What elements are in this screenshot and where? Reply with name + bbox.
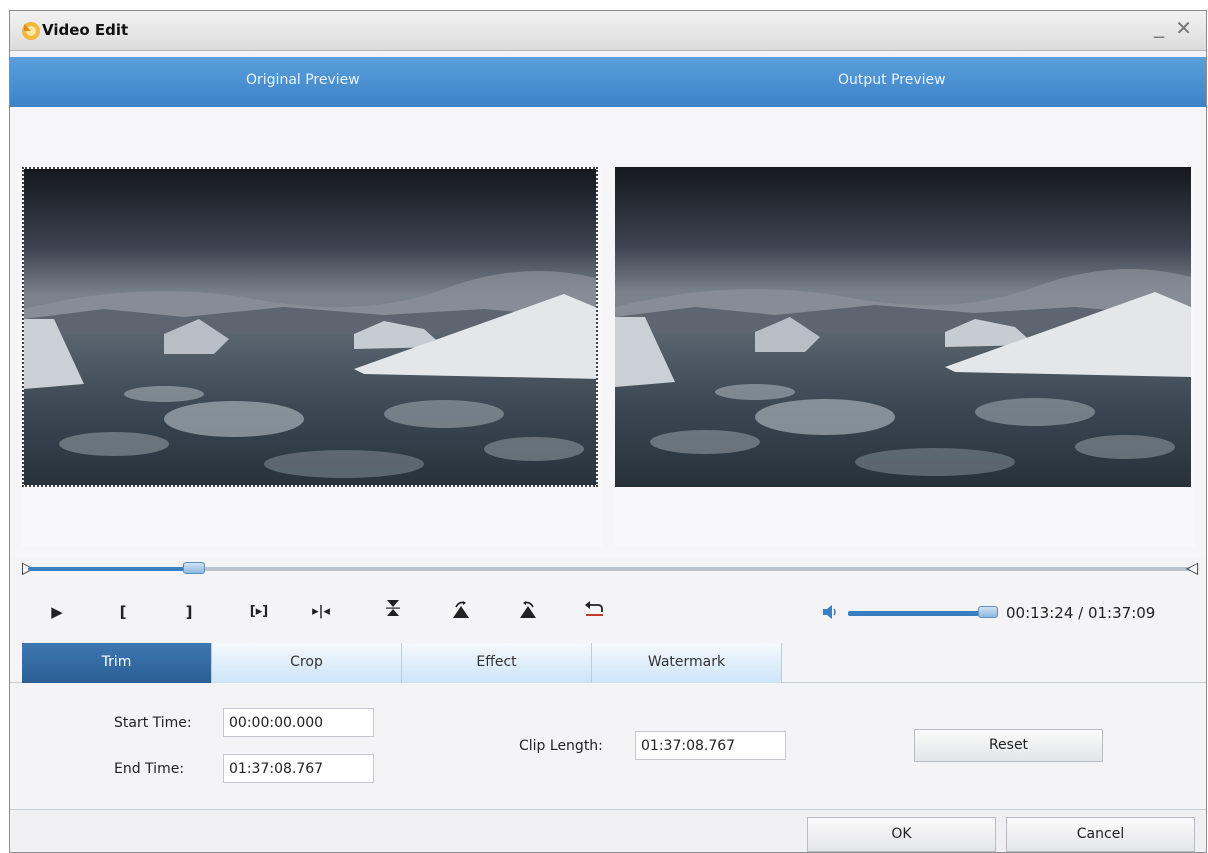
time-separator: / (1073, 604, 1088, 622)
output-preview-label: Output Preview (838, 72, 946, 88)
flip-vertical-icon[interactable] (380, 599, 406, 625)
close-button[interactable]: ✕ (1175, 17, 1192, 39)
start-time-input[interactable] (223, 708, 374, 737)
play-selection-icon[interactable]: [▸] (242, 599, 276, 625)
clip-length-input[interactable] (635, 731, 786, 760)
rotate-right-icon[interactable] (515, 599, 541, 625)
volume-thumb[interactable] (978, 606, 998, 618)
trim-end-marker-icon[interactable]: ◁ (1186, 558, 1198, 578)
original-preview-label: Original Preview (246, 72, 360, 88)
mark-in-icon[interactable]: [ (110, 599, 136, 625)
minimize-button[interactable]: _ (1154, 15, 1164, 37)
original-preview-pane (22, 167, 602, 547)
seek-thumb[interactable] (183, 562, 206, 574)
total-time: 01:37:09 (1087, 604, 1156, 622)
mark-out-icon[interactable]: ] (176, 599, 202, 625)
preview-header: Original Preview Output Preview (10, 57, 1206, 107)
edit-tabs: Trim Crop Effect Watermark (10, 643, 1206, 683)
end-time-label: End Time: (114, 761, 185, 777)
undo-icon[interactable] (581, 599, 607, 625)
start-time-label: Start Time: (114, 715, 192, 731)
end-time-input[interactable] (223, 754, 374, 783)
preview-area (10, 107, 1206, 559)
window-title: Video Edit (42, 21, 129, 39)
cancel-button[interactable]: Cancel (1006, 817, 1195, 852)
tab-effect[interactable]: Effect (402, 643, 592, 683)
tab-crop[interactable]: Crop (212, 643, 402, 683)
tab-watermark[interactable]: Watermark (592, 643, 782, 683)
volume-icon[interactable] (822, 604, 840, 620)
output-preview-pane (615, 167, 1195, 547)
rotate-left-icon[interactable] (448, 599, 474, 625)
reset-button[interactable]: Reset (914, 729, 1103, 762)
title-bar[interactable]: Video Edit _ ✕ (10, 11, 1206, 51)
snapshot-icon[interactable]: ▸|◂ (308, 599, 334, 625)
dialog-footer: OK Cancel (10, 809, 1206, 852)
original-video-image (24, 169, 596, 485)
ok-button[interactable]: OK (807, 817, 996, 852)
seek-slider[interactable] (28, 562, 1190, 574)
playback-controls: ▶ [ ] [▸] ▸|◂ 00:13:24 / 01:37:09 (10, 589, 1206, 635)
tab-trim[interactable]: Trim (22, 643, 212, 683)
current-time: 00:13:24 (1006, 604, 1074, 622)
app-logo-icon (22, 22, 40, 40)
output-video-frame (615, 167, 1191, 487)
video-edit-window: Video Edit _ ✕ Original Preview Output P… (9, 10, 1207, 853)
time-readout: 00:13:24 / 01:37:09 (1006, 604, 1155, 622)
clip-length-label: Clip Length: (519, 738, 603, 754)
volume-slider[interactable] (848, 611, 990, 616)
seek-progress (28, 567, 195, 571)
original-video-frame[interactable] (22, 167, 598, 487)
trim-panel: Start Time: End Time: Clip Length: Reset (10, 683, 1206, 809)
play-icon[interactable]: ▶ (44, 599, 70, 625)
output-video-image (615, 167, 1191, 487)
